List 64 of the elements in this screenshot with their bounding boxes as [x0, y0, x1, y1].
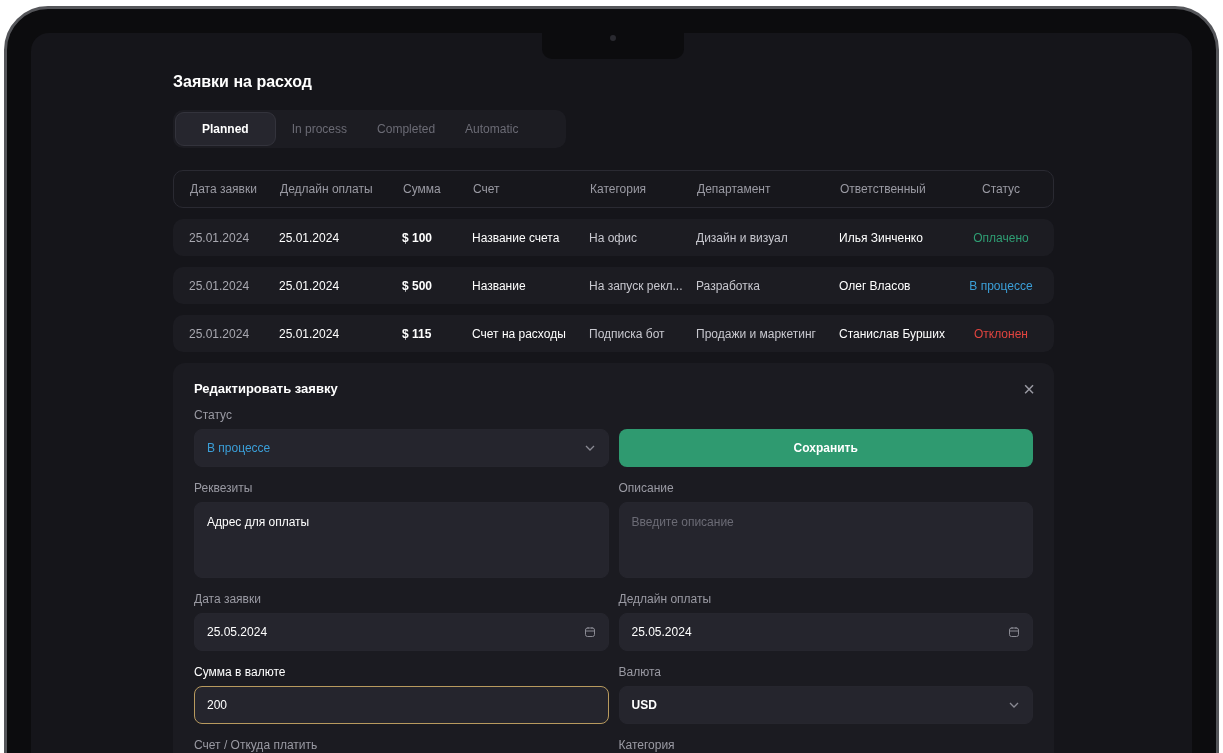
table-row[interactable]: 25.01.2024 25.01.2024 $ 115 Счет на расходы Подписка бот Продажи и маркетинг Станислав Бурших Отклонен — [173, 315, 1054, 352]
table-cell-text: 25.01.2024 — [189, 229, 251, 247]
table-row[interactable]: 25.01.2024 25.01.2024 $ 100 Название счета На офис Дизайн и визуал Илья Зинченко Оплачено — [173, 219, 1054, 256]
field-label: Валюта — [618, 664, 662, 681]
table-cell-text: Илья Зинченко — [839, 229, 924, 247]
table-cell-text: 25.01.2024 — [279, 229, 341, 247]
calendar-icon — [1008, 626, 1020, 638]
table-cell-text: 25.01.2024 — [279, 325, 341, 343]
table-cell-text: Станислав Бурших — [839, 325, 946, 343]
field-label: Сумма в валюте — [194, 664, 287, 681]
table-cell-text: $ 100 — [402, 229, 434, 247]
table-cell-text: На запуск рекл... — [589, 277, 684, 295]
table-cell-text: Счет на расходы — [472, 325, 567, 343]
field-label: Реквезиты — [194, 480, 254, 497]
column-header: Ответственный — [840, 181, 927, 198]
field-value: USD — [631, 697, 657, 714]
field-label: Статус — [194, 407, 233, 424]
status-text: В процессе — [968, 277, 1034, 295]
table-cell-text: Дизайн и визуал — [696, 229, 789, 247]
column-header: Дата заявки — [190, 181, 258, 198]
table-cell-text: 25.01.2024 — [189, 325, 251, 343]
field-value: В процессе — [207, 440, 271, 457]
table-row[interactable]: 25.01.2024 25.01.2024 $ 500 Название На запуск рекл... Разработка Олег Власов В процессе — [173, 267, 1054, 304]
field-label: Счет / Откуда платить — [194, 737, 319, 753]
page-title: Заявки на расход — [173, 72, 313, 92]
column-header: Департамент — [697, 181, 772, 198]
calendar-icon — [583, 626, 596, 638]
field-value: 25.05.2024 — [631, 624, 692, 641]
text-area[interactable]: Адрес для оплаты — [194, 502, 609, 578]
table-cell-text: $ 115 — [402, 325, 433, 343]
field-label: Описание — [618, 480, 675, 497]
camera-icon — [610, 35, 616, 41]
text-area[interactable]: Введите описание — [618, 502, 1033, 578]
table-cell-text: На офис — [589, 229, 638, 247]
column-header: Дедлайн оплаты — [280, 181, 374, 198]
field-label: Дата заявки — [194, 591, 262, 608]
table-cell-text: 25.01.2024 — [189, 277, 251, 295]
date-field[interactable]: 25.05.2024 — [618, 613, 1033, 651]
input-field[interactable]: 200 — [194, 686, 609, 724]
dropdown[interactable]: USD — [618, 686, 1033, 724]
table-cell-text: Подписка бот — [589, 325, 666, 343]
column-header: Счет — [473, 181, 501, 198]
field-value: 200 — [207, 697, 228, 714]
status-text: Отклонен — [973, 325, 1029, 343]
status-text: Оплачено — [972, 229, 1030, 247]
field-label: Дедлайн оплаты — [618, 591, 713, 608]
field-value: 25.05.2024 — [207, 624, 268, 641]
date-field[interactable]: 25.05.2024 — [194, 613, 609, 651]
column-header: Категория — [590, 181, 648, 198]
table-cell-text: Название — [472, 277, 527, 295]
panel-title: Редактировать заявку — [194, 380, 338, 399]
tab[interactable]: Planned — [175, 112, 276, 146]
column-header: Статус — [981, 181, 1021, 198]
table-cell-text: Олег Власов — [839, 277, 912, 295]
column-header: Сумма — [403, 181, 442, 198]
field-label: Категория — [618, 737, 676, 753]
table-cell-text: Продажи и маркетинг — [696, 325, 817, 343]
table-cell-text: Название счета — [472, 229, 561, 247]
table-cell-text: Разработка — [696, 277, 761, 295]
dropdown[interactable]: В процессе — [194, 429, 609, 467]
table-cell-text: 25.01.2024 — [279, 277, 341, 295]
table-cell-text: $ 500 — [402, 277, 434, 295]
save-button[interactable]: Сохранить — [618, 429, 1033, 467]
close-button[interactable]: × — [1023, 379, 1035, 399]
